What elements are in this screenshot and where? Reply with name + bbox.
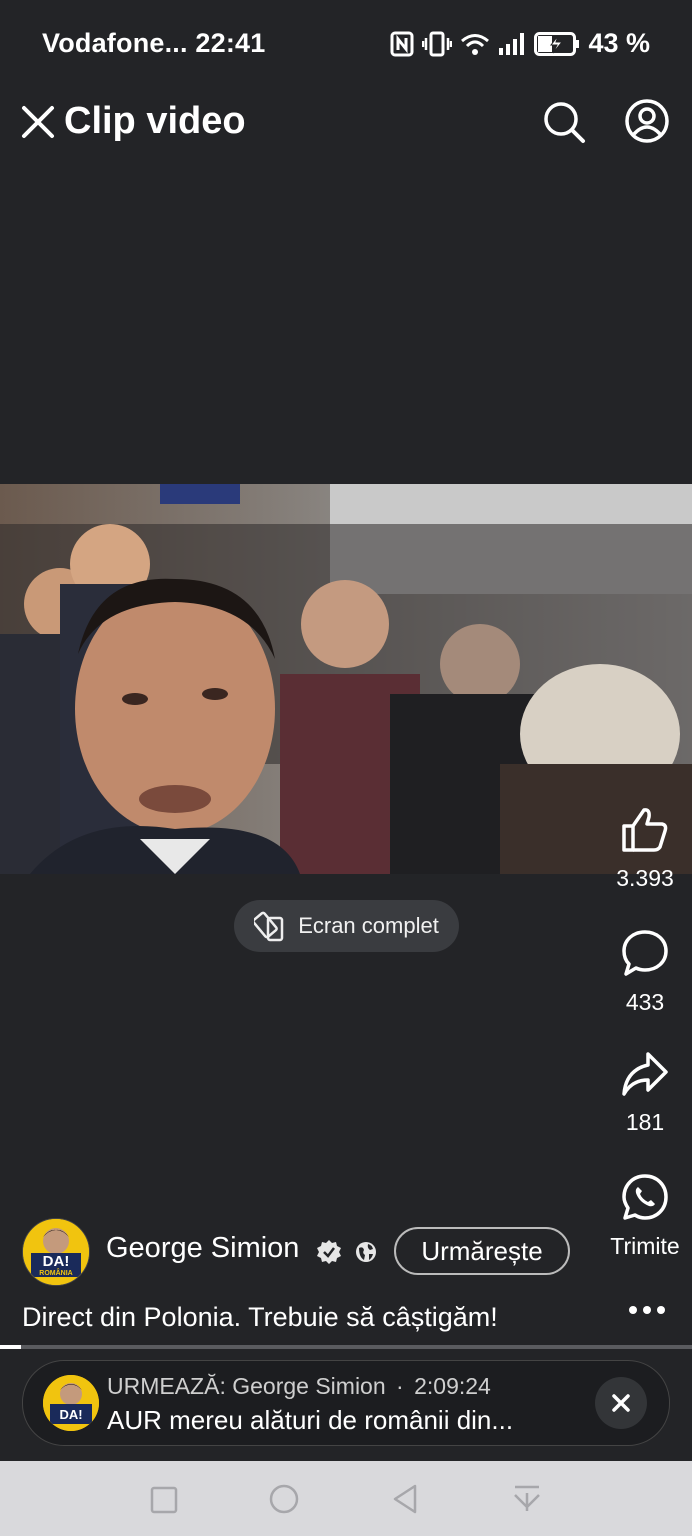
status-right: 43 % bbox=[390, 28, 650, 59]
account-icon[interactable] bbox=[624, 98, 670, 144]
nfc-icon bbox=[390, 31, 414, 56]
battery-charging-icon bbox=[534, 31, 580, 56]
video-progress-bar[interactable] bbox=[0, 1345, 692, 1349]
whatsapp-icon bbox=[622, 1174, 668, 1220]
up-next-separator: · bbox=[396, 1373, 404, 1399]
wifi-icon bbox=[461, 33, 490, 55]
recents-icon[interactable] bbox=[149, 1485, 179, 1515]
close-icon bbox=[612, 1394, 630, 1412]
video-frame-image bbox=[0, 484, 692, 874]
signal-icon bbox=[499, 32, 525, 55]
video-player[interactable] bbox=[0, 484, 692, 874]
comment-icon bbox=[622, 930, 668, 976]
up-next-card[interactable]: DA! URMEAZĂ: George Simion · 2:09:24 AUR… bbox=[22, 1360, 670, 1446]
rotate-screen-icon bbox=[254, 911, 284, 942]
page-title: Clip video bbox=[64, 100, 246, 142]
share-count: 181 bbox=[625, 1109, 665, 1135]
avatar[interactable]: DA! ROMÂNIA bbox=[22, 1218, 90, 1286]
fullscreen-label: Ecran complet bbox=[298, 913, 439, 938]
up-next-title: AUR mereu alături de românii din... bbox=[107, 1405, 514, 1435]
svg-text:DA!: DA! bbox=[59, 1407, 82, 1422]
channel-name[interactable]: George Simion bbox=[106, 1232, 299, 1265]
more-options-icon[interactable] bbox=[627, 1300, 667, 1320]
status-left: Vodafone... 22:41 bbox=[42, 28, 265, 59]
status-bar: Vodafone... 22:41 43 % bbox=[0, 0, 692, 84]
progress-fill bbox=[0, 1345, 21, 1349]
dismiss-up-next-button[interactable] bbox=[595, 1377, 647, 1429]
clock: 22:41 bbox=[195, 28, 266, 58]
notification-pulldown-icon[interactable] bbox=[511, 1483, 543, 1515]
up-next-thumbnail: DA! bbox=[43, 1375, 99, 1431]
carrier-name: Vodafone... bbox=[42, 28, 188, 58]
back-icon[interactable] bbox=[390, 1483, 420, 1515]
up-next-duration: 2:09:24 bbox=[414, 1373, 491, 1399]
globe-icon bbox=[356, 1242, 376, 1262]
share-action[interactable]: 181 bbox=[598, 1050, 692, 1136]
up-next-avatar-image: DA! bbox=[43, 1375, 99, 1431]
search-icon[interactable] bbox=[542, 100, 586, 144]
avatar-subtext: ROMÂNIA bbox=[39, 1270, 73, 1277]
vibrate-icon bbox=[422, 31, 453, 56]
avatar-text: DA! bbox=[42, 1253, 70, 1270]
fullscreen-button[interactable]: Ecran complet bbox=[234, 900, 459, 952]
app-header: Clip video bbox=[0, 96, 692, 152]
channel-row: DA! ROMÂNIA George Simion Urmărește bbox=[22, 1218, 682, 1286]
verified-icon bbox=[317, 1240, 341, 1264]
like-count: 3.393 bbox=[616, 865, 674, 891]
thumbs-up-icon bbox=[622, 808, 668, 852]
like-action[interactable]: 3.393 bbox=[598, 806, 692, 892]
comment-action[interactable]: 433 bbox=[598, 928, 692, 1016]
up-next-meta: URMEAZĂ: George Simion · 2:09:24 bbox=[107, 1373, 491, 1400]
comment-count: 433 bbox=[625, 989, 665, 1015]
home-icon[interactable] bbox=[268, 1483, 300, 1515]
follow-button[interactable]: Urmărește bbox=[394, 1227, 570, 1275]
video-caption[interactable]: Direct din Polonia. Trebuie să câștigăm! bbox=[22, 1302, 498, 1333]
up-next-label: URMEAZĂ: George Simion bbox=[107, 1373, 386, 1399]
battery-percent: 43 % bbox=[588, 28, 650, 58]
system-nav-bar bbox=[0, 1461, 692, 1536]
close-icon[interactable] bbox=[20, 104, 56, 140]
share-icon bbox=[622, 1052, 668, 1096]
